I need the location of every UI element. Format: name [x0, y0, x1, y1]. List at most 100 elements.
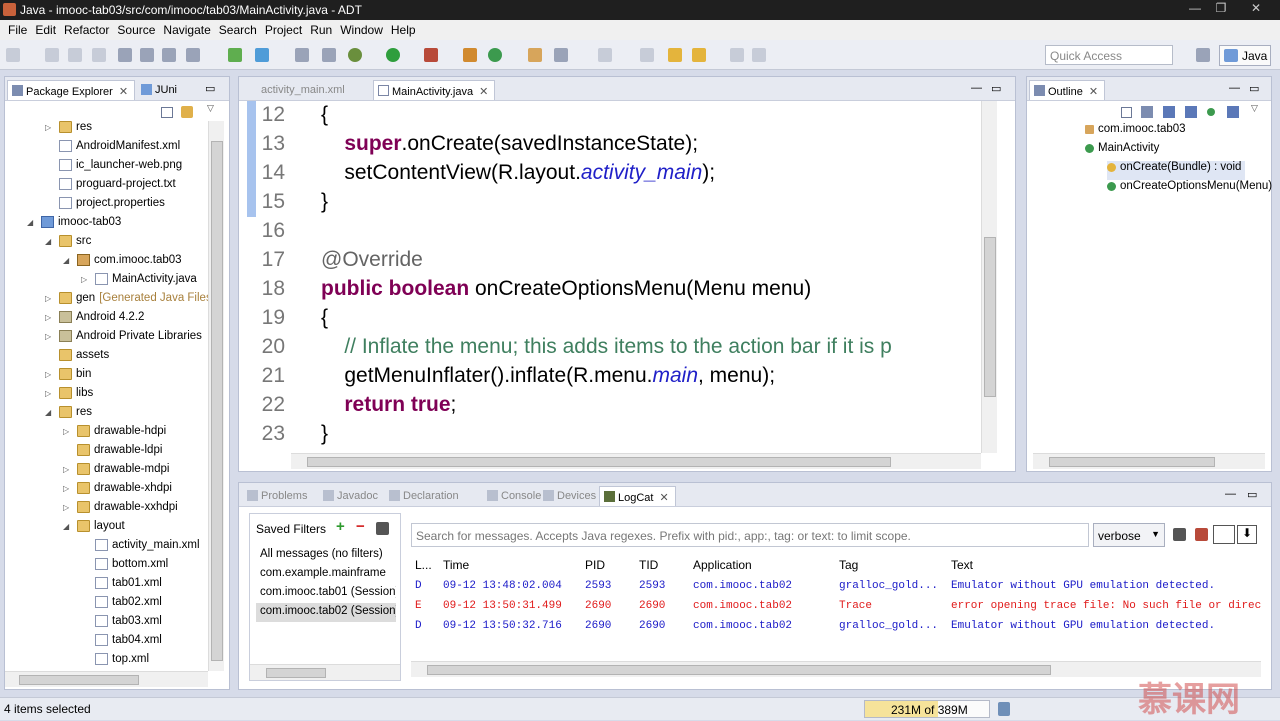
collapsed-arrow-icon[interactable]: ▷ [81, 275, 87, 284]
menu-edit[interactable]: Edit [35, 23, 56, 37]
expanded-arrow-icon[interactable]: ◢ [45, 237, 51, 246]
tree-item[interactable]: ▷ res [45, 121, 92, 140]
save-log-icon[interactable] [1173, 528, 1186, 541]
tree-item[interactable]: ◢ res [45, 406, 92, 425]
log-row[interactable]: D 09-12 13:50:32.716 2690 2690 com.imooc.tab… [411, 617, 1261, 637]
outline-item[interactable]: MainActivity [1085, 142, 1159, 161]
save-all-icon[interactable] [68, 48, 82, 62]
tree-item[interactable]: ic_launcher-web.png [59, 159, 182, 178]
external-tools-icon[interactable] [424, 48, 438, 62]
scroll-thumb[interactable] [307, 457, 891, 467]
maximize-icon[interactable]: ❐ [1208, 1, 1234, 18]
sdk-manager-icon[interactable] [118, 48, 132, 62]
collapse-all-icon[interactable] [161, 107, 173, 118]
maximize-view-icon[interactable]: ▭ [1247, 488, 1257, 501]
save-icon[interactable] [45, 48, 59, 62]
tree-item[interactable]: proguard-project.txt [59, 178, 176, 197]
outline-horizontal-scrollbar[interactable] [1033, 453, 1265, 469]
scroll-thumb[interactable] [984, 237, 996, 397]
print-icon[interactable] [92, 48, 106, 62]
collapsed-arrow-icon[interactable]: ▷ [45, 370, 51, 379]
back-icon[interactable] [668, 48, 682, 62]
tree-item[interactable]: assets [59, 349, 109, 368]
expanded-arrow-icon[interactable]: ◢ [27, 218, 33, 227]
hide-nonpublic-icon[interactable] [1207, 108, 1215, 116]
tree-item[interactable]: ▷ bin [45, 368, 91, 387]
minimize-view-icon[interactable]: — [971, 82, 982, 94]
tab-devices[interactable]: Devices [539, 486, 602, 506]
menu-refactor[interactable]: Refactor [64, 23, 109, 37]
last-edit-icon[interactable] [730, 48, 744, 62]
scroll-thumb[interactable] [211, 141, 223, 661]
expanded-arrow-icon[interactable]: ◢ [45, 408, 51, 417]
tree-item[interactable]: ▷ gen [Generated Java Files] [45, 292, 209, 311]
column-header[interactable]: PID [585, 558, 605, 572]
column-header[interactable]: L... [415, 558, 432, 572]
clear-log-icon[interactable] [1195, 528, 1208, 541]
tab-outline[interactable]: Outline ✕ [1029, 80, 1106, 100]
logcat-search-input[interactable]: Search for messages. Accepts Java regexe… [411, 523, 1089, 547]
tree-item[interactable]: tab04.xml [95, 634, 162, 653]
collapsed-arrow-icon[interactable]: ▷ [45, 389, 51, 398]
filters-horizontal-scrollbar[interactable] [250, 664, 400, 680]
filter-item[interactable]: com.imooc.tab01 (Session) [256, 584, 396, 603]
minimize-view-icon[interactable]: — [1229, 82, 1240, 94]
outline-item[interactable]: onCreate(Bundle) : void [1107, 161, 1246, 180]
tree-item[interactable]: bottom.xml [95, 558, 168, 577]
menu-source[interactable]: Source [117, 23, 155, 37]
close-icon[interactable]: ✕ [1236, 1, 1276, 18]
lint-icon[interactable] [162, 48, 176, 62]
hide-static-icon[interactable] [1185, 106, 1197, 118]
tree-item[interactable]: ▷ drawable-xxhdpi [63, 501, 178, 520]
tree-item[interactable]: ▷ MainActivity.java [81, 273, 197, 292]
tab-junit[interactable]: JUni [137, 80, 183, 100]
tab-mainactivity-java[interactable]: MainActivity.java ✕ [373, 80, 496, 100]
close-icon[interactable]: ✕ [479, 86, 488, 98]
expanded-arrow-icon[interactable]: ◢ [63, 256, 69, 265]
menu-navigate[interactable]: Navigate [163, 23, 210, 37]
hide-local-types-icon[interactable] [1227, 106, 1239, 118]
scroll-thumb[interactable] [427, 665, 1051, 675]
scroll-thumb[interactable] [266, 668, 326, 678]
view-menu-icon[interactable]: ▽ [207, 103, 214, 114]
android-project-icon[interactable] [228, 48, 242, 62]
tree-item[interactable]: ▷ drawable-xhdpi [63, 482, 172, 501]
tree-item[interactable]: ▷ Android 4.2.2 [45, 311, 144, 330]
minimize-view-icon[interactable]: — [1225, 488, 1236, 500]
forward-icon[interactable] [692, 48, 706, 62]
tree-item[interactable]: AndroidManifest.xml [59, 140, 180, 159]
maximize-view-icon[interactable]: ▭ [991, 82, 1001, 95]
new-class-icon[interactable] [488, 48, 502, 62]
toggle-filters-icon[interactable] [1213, 525, 1235, 544]
avd-manager-icon[interactable] [140, 48, 154, 62]
sort-icon[interactable] [1141, 106, 1153, 118]
tree-horizontal-scrollbar[interactable] [5, 671, 208, 687]
menu-file[interactable]: File [8, 23, 27, 37]
open-type-icon[interactable] [528, 48, 542, 62]
scroll-lock-icon[interactable]: ⬇ [1237, 525, 1257, 544]
edit-filter-icon[interactable] [376, 522, 389, 535]
log-horizontal-scrollbar[interactable] [411, 661, 1261, 677]
tab-logcat[interactable]: LogCat ✕ [599, 486, 676, 506]
annotation-icon[interactable] [598, 48, 612, 62]
log-level-select[interactable]: verbose ▼ [1093, 523, 1165, 547]
checklist-icon[interactable] [255, 48, 269, 62]
menu-search[interactable]: Search [219, 23, 257, 37]
column-header[interactable]: Time [443, 558, 469, 572]
collapsed-arrow-icon[interactable]: ▷ [63, 465, 69, 474]
run-icon[interactable] [386, 48, 400, 62]
gc-trash-icon[interactable] [998, 702, 1010, 716]
collapsed-arrow-icon[interactable]: ▷ [63, 503, 69, 512]
collapsed-arrow-icon[interactable]: ▷ [45, 313, 51, 322]
tree-item[interactable]: activity_main.xml [95, 539, 200, 558]
tree-item[interactable]: ▷ drawable-hdpi [63, 425, 166, 444]
tree-item[interactable]: tab01.xml [95, 577, 162, 596]
menu-project[interactable]: Project [265, 23, 302, 37]
close-icon[interactable]: ✕ [119, 86, 128, 98]
java-perspective-button[interactable]: Java [1219, 45, 1271, 66]
debug-icon[interactable] [348, 48, 362, 62]
open-perspective-icon[interactable] [1196, 48, 1210, 62]
column-header[interactable]: Tag [839, 558, 858, 572]
collapsed-arrow-icon[interactable]: ▷ [45, 123, 51, 132]
tree-item[interactable]: ◢ imooc-tab03 [27, 216, 121, 235]
